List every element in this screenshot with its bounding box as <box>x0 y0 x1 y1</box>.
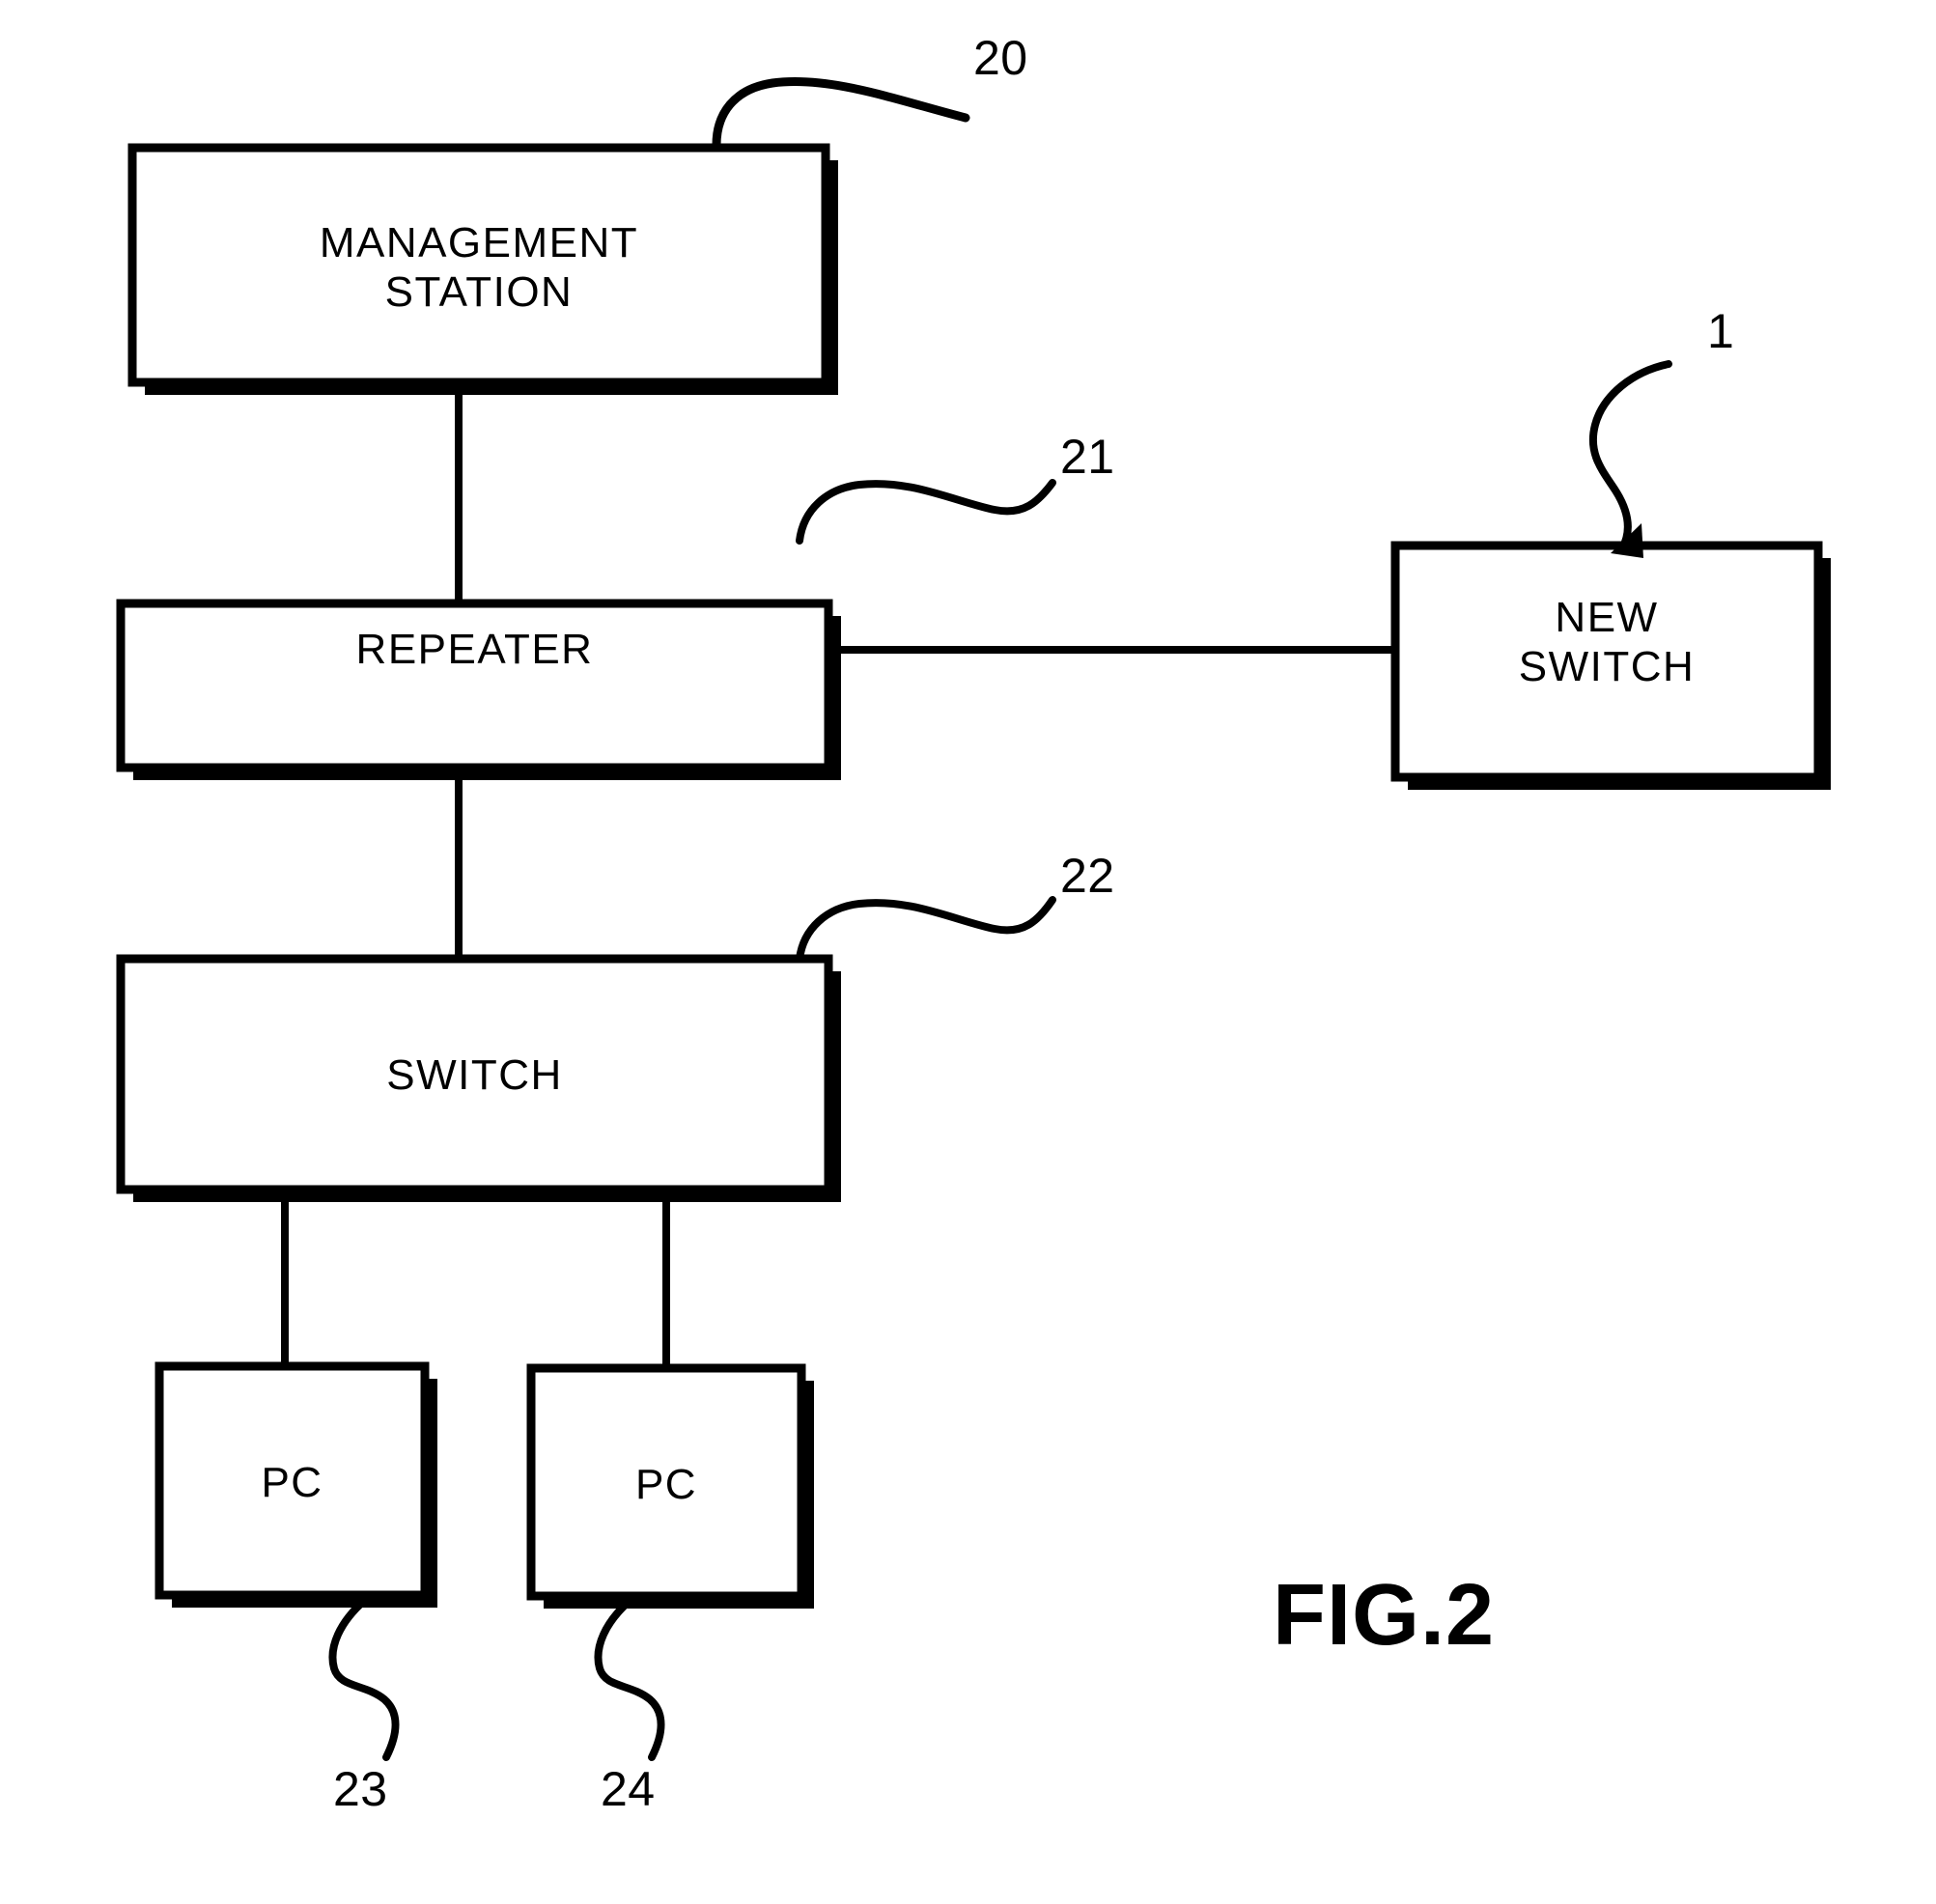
switch-box <box>116 954 841 1202</box>
management-station-box <box>127 143 838 395</box>
reference-numeral-1: 1 <box>1707 304 1735 358</box>
reference-numeral-23: 23 <box>333 1762 388 1816</box>
reference-numeral-21: 21 <box>1060 430 1115 484</box>
reference-numeral-22: 22 <box>1060 849 1115 903</box>
leader-line-24 <box>594 1596 665 1761</box>
leader-line-22 <box>796 896 1056 963</box>
new-switch-box <box>1390 541 1831 790</box>
patent-figure-2: MANAGEMENT STATION REPEATER NEW SWITCH S… <box>0 0 1936 1904</box>
pc-left-box <box>154 1361 437 1608</box>
leader-line-20 <box>712 77 970 150</box>
leader-line-23 <box>328 1596 400 1761</box>
pc-right-box <box>526 1363 814 1609</box>
figure-line-art <box>116 77 1831 1761</box>
leader-line-1 <box>1588 360 1672 552</box>
reference-numeral-20: 20 <box>973 31 1028 85</box>
leader-line-21 <box>796 479 1056 545</box>
repeater-box <box>116 599 841 780</box>
reference-numeral-24: 24 <box>601 1762 656 1816</box>
figure-caption: FIG.2 <box>1273 1567 1496 1664</box>
